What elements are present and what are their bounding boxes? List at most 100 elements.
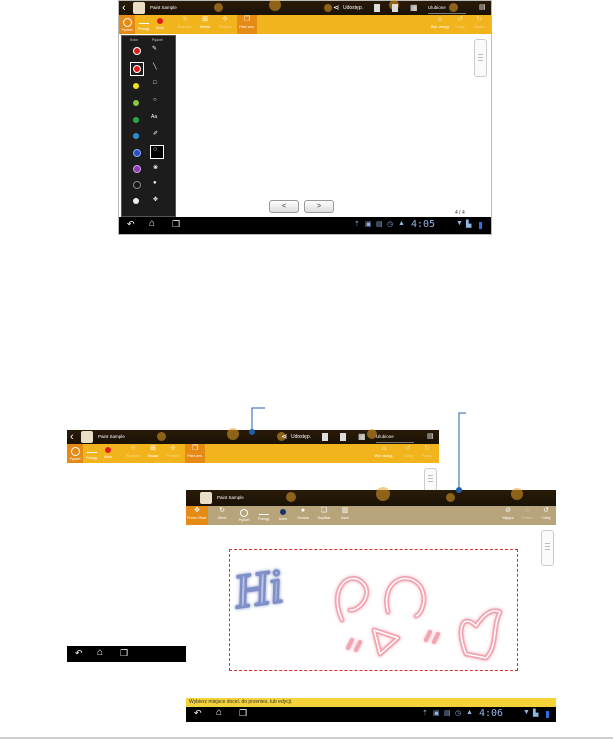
recent-apps-icon[interactable]: ❐ <box>172 219 180 230</box>
pen-calligraphy-icon[interactable]: ✎ <box>152 45 157 52</box>
share-icon[interactable]: ⋖ <box>281 430 288 444</box>
eraser-icon: ● <box>300 507 306 514</box>
scroll-handle[interactable] <box>541 530 554 566</box>
back-icon[interactable]: ↶ <box>75 648 83 659</box>
edit-toolbar: ✥ Przem./Skal. ↻ Obrót Pędzel Pociąg. Ko… <box>186 506 556 525</box>
tool-eraser[interactable]: ● Gumka <box>295 506 311 525</box>
back-icon[interactable]: ↶ <box>194 708 202 719</box>
tool-color[interactable]: Kolor <box>276 506 290 525</box>
home-icon[interactable]: ⌂ <box>97 647 103 658</box>
export-icon[interactable] <box>392 4 398 12</box>
action-bar: ‹ Paint Sample ⋖ Udostęp. ▦ Ulubione ▤ <box>67 428 439 444</box>
tool-move[interactable]: ✥ Przesuń <box>217 15 233 34</box>
scroll-handle[interactable] <box>424 468 437 492</box>
pen-rect-icon[interactable]: □ <box>153 80 157 86</box>
undo-icon: ↺ <box>405 445 411 452</box>
tool-undo[interactable]: ↺ Cofnij <box>538 506 554 525</box>
color-dot-icon <box>105 447 111 453</box>
share-label[interactable]: Udostęp. <box>343 1 363 15</box>
tool-select-all[interactable]: ⌂ Wyr. wszyg. <box>373 444 395 463</box>
color-swatch[interactable] <box>133 181 141 189</box>
scroll-handle[interactable] <box>474 39 487 77</box>
color-swatch[interactable] <box>133 100 139 106</box>
home-icon[interactable]: ⌂ <box>216 707 222 718</box>
tool-delete[interactable]: ▥ Usuń <box>337 506 353 525</box>
color-swatch[interactable] <box>133 65 141 73</box>
grid-icon[interactable]: ▦ <box>410 1 418 15</box>
tool-color[interactable]: Kolor <box>153 15 167 34</box>
pen-move-icon[interactable]: ✥ <box>153 196 158 203</box>
pen-line-icon[interactable]: ╲ <box>153 63 157 70</box>
tool-move[interactable]: ✥ Przesuń <box>165 444 181 463</box>
back-icon[interactable]: ↶ <box>127 219 135 230</box>
color-swatch[interactable] <box>133 198 139 204</box>
recent-apps-icon[interactable]: ❐ <box>120 648 128 659</box>
tool-undo[interactable]: ↺ Cofnij <box>452 15 468 34</box>
tool-disable[interactable]: ⊘ Wyłącz <box>500 506 516 525</box>
pen-dot-icon[interactable]: ● <box>153 180 157 186</box>
tool-blur[interactable]: ✳ Rozmyw. <box>177 15 193 34</box>
tool-redo[interactable]: ↻ Ponów <box>471 15 487 34</box>
tool-stroke[interactable]: Pociąg. <box>136 15 152 34</box>
next-page-button[interactable]: > <box>304 200 334 213</box>
tool-brush[interactable]: Pędzel <box>236 506 252 525</box>
tool-undo[interactable]: ↺ Cofnij <box>400 444 416 463</box>
tool-blur[interactable]: ✳ Rozmyw. <box>125 444 141 463</box>
tool-insert[interactable]: ⊞ Wstaw <box>145 444 161 463</box>
tool-stroke[interactable]: Pociąg. <box>84 444 100 463</box>
battery-icon <box>546 711 549 718</box>
app-icon <box>200 492 212 504</box>
disable-icon: ⊘ <box>505 507 511 514</box>
back-chevron-icon[interactable]: ‹ <box>122 1 126 15</box>
system-nav-bar: ↶ ⌂ ❐ ⇡ ▣ ▤ ◷ ▲ 4:05 ▼ ▙ <box>119 217 491 234</box>
screenshot-icon: ▣ <box>365 221 372 228</box>
action-bar: Paint Sample <box>186 487 556 506</box>
color-swatch[interactable] <box>133 47 141 55</box>
page-counter: 4 / 4 <box>455 210 465 216</box>
selection-box[interactable]: Hi <box>229 549 518 671</box>
tool-paint-answers[interactable]: ❐ Paint ans. <box>185 444 205 463</box>
grid-icon[interactable]: ▦ <box>358 430 366 444</box>
hint-text: Wybierz miejsce docel. do przenies. lub … <box>189 699 293 705</box>
select-all-icon: ⌂ <box>381 445 387 452</box>
tool-select-all[interactable]: ⌂ Wyr. wszyg. <box>431 15 450 34</box>
share-icon[interactable]: ⋖ <box>333 1 340 15</box>
menu-icon[interactable]: ▤ <box>479 1 486 15</box>
bottom-front-screenshot: Paint Sample ✥ Przem./Skal. ↻ Obrót Pędz… <box>186 487 556 722</box>
tool-redo[interactable]: ↻ Ponów <box>419 444 435 463</box>
export-icon[interactable] <box>340 433 346 441</box>
tool-rotate[interactable]: ↻ Obrót <box>214 506 230 525</box>
wifi-icon: ▼ <box>456 220 463 227</box>
tool-redo[interactable]: ○ Ponów <box>519 506 535 525</box>
recent-apps-icon[interactable]: ❐ <box>239 708 247 719</box>
tool-move-scale[interactable]: ✥ Przem./Skal. <box>186 506 208 525</box>
tool-brush[interactable]: Pędzel <box>119 15 135 34</box>
tool-duplicate[interactable]: ❏ Duplikat <box>315 506 333 525</box>
color-swatch[interactable] <box>133 165 141 173</box>
favorites-dropdown[interactable]: Ulubione <box>376 432 414 443</box>
prev-page-button[interactable]: < <box>269 200 299 213</box>
new-page-icon[interactable] <box>322 433 328 441</box>
color-dot-icon <box>280 509 286 515</box>
tool-insert[interactable]: ⊞ Wstaw <box>197 15 213 34</box>
pen-spray-icon[interactable]: ❀ <box>153 164 158 171</box>
share-label[interactable]: Udostęp. <box>291 430 311 444</box>
color-swatch[interactable] <box>133 133 139 139</box>
color-swatch[interactable] <box>133 117 139 123</box>
color-swatch[interactable] <box>133 83 139 89</box>
pen-size-icon[interactable]: ○ <box>153 146 157 153</box>
favorites-dropdown[interactable]: Ulubione <box>428 3 466 14</box>
tool-paint-answers[interactable]: ❐ Paint ans. <box>237 15 257 34</box>
color-swatch[interactable] <box>133 149 141 157</box>
pen-text-icon[interactable]: Aa <box>151 114 157 120</box>
app-title: Paint Sample <box>150 5 177 10</box>
tool-color[interactable]: Kolor <box>101 444 115 463</box>
menu-icon[interactable]: ▤ <box>427 430 434 444</box>
pen-circle-icon[interactable]: ○ <box>153 97 157 103</box>
tool-stroke[interactable]: Pociąg. <box>256 506 272 525</box>
back-chevron-icon[interactable]: ‹ <box>70 430 74 444</box>
pen-marker-icon[interactable]: ✐ <box>153 130 158 137</box>
new-page-icon[interactable] <box>374 4 380 12</box>
tool-brush[interactable]: Pędzel <box>67 444 83 463</box>
home-icon[interactable]: ⌂ <box>149 218 155 229</box>
